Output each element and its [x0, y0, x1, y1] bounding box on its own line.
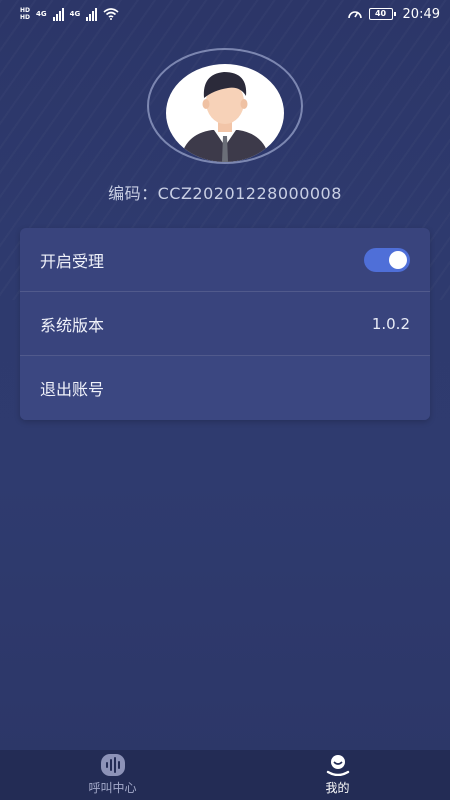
hd-indicator: HD HD	[20, 7, 30, 21]
signal-strength-icon	[52, 7, 64, 21]
version-label: 系统版本	[40, 315, 105, 335]
user-code-label: 编码：	[108, 184, 158, 203]
accept-setting-label: 开启受理	[40, 251, 105, 271]
tab-call-center-label: 呼叫中心	[88, 781, 137, 795]
version-value: 1.0.2	[371, 314, 410, 333]
hd-label: HD	[20, 14, 31, 21]
battery-icon: 40	[368, 8, 396, 20]
network-type-label: 4G	[69, 9, 81, 18]
user-code-value: CCZ20201228000008	[157, 184, 342, 203]
person-illustration-icon	[180, 72, 270, 162]
voice-wave-icon	[100, 754, 125, 776]
status-bar: HD HD 4G 4G 40 20:49	[0, 0, 450, 28]
wifi-icon	[103, 8, 119, 20]
signal-strength-icon	[86, 7, 98, 21]
tab-mine[interactable]: 我的	[225, 750, 450, 800]
tab-mine-label: 我的	[325, 781, 350, 795]
speedometer-icon	[347, 11, 362, 19]
hd-label: HD	[20, 7, 31, 14]
logout-label: 退出账号	[40, 380, 105, 399]
accept-setting-row: 开启受理	[20, 228, 430, 292]
settings-card: 开启受理 系统版本 1.0.2 退出账号	[20, 228, 430, 420]
clock: 20:49	[402, 6, 440, 22]
tab-call-center[interactable]: 呼叫中心	[0, 750, 225, 800]
user-code: 编码：CCZ20201228000008	[0, 180, 450, 204]
toggle-knob	[389, 250, 407, 269]
accept-toggle[interactable]	[364, 247, 410, 272]
avatar[interactable]	[166, 64, 284, 162]
version-row: 系统版本 1.0.2	[20, 292, 430, 356]
bottom-tab-bar: 呼叫中心 我的	[0, 750, 450, 800]
logout-button[interactable]: 退出账号	[20, 356, 430, 420]
user-profile-icon	[326, 755, 349, 776]
network-type-label: 4G	[36, 9, 47, 18]
status-left: HD HD 4G 4G	[20, 7, 119, 21]
status-right: 40 20:49	[347, 7, 440, 22]
